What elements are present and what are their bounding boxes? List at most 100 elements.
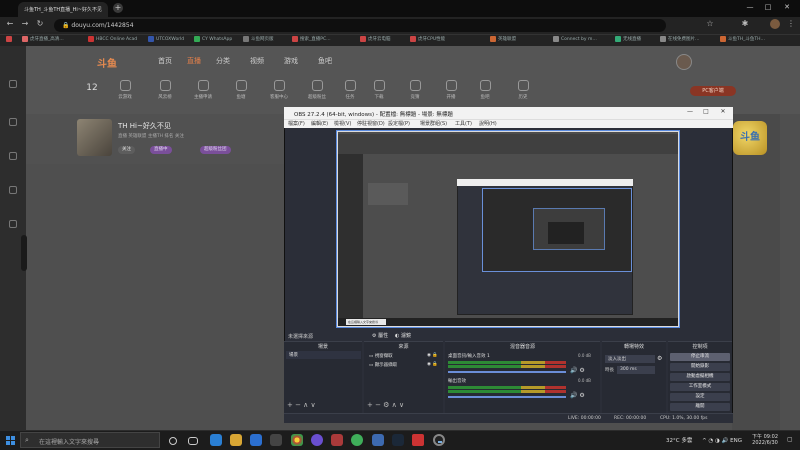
menu-edit[interactable]: 編輯(E) [311,120,328,127]
edge-icon[interactable] [210,434,222,446]
line-icon[interactable] [351,434,363,446]
back-arrow-icon[interactable]: ← [5,19,15,28]
bookmark-item[interactable]: 斗鱼TH_斗鱼TH… [720,36,765,42]
speaker-gear-icons[interactable]: 🔊 ⚙ [570,392,585,399]
transition-select[interactable]: 淡入淡出 [605,355,655,363]
icon-broadcast[interactable]: 开播 [436,80,466,100]
menu-file[interactable]: 檔案(F) [288,120,305,127]
mail-icon[interactable] [270,434,282,446]
nav-live[interactable]: 直播 [187,56,201,66]
virtual-camera-button[interactable]: 啟動虛擬相機 [670,373,730,381]
scene-add-remove-controls[interactable]: + − ∧ ∨ [287,401,316,409]
speaker-gear-icons[interactable]: 🔊 ⚙ [570,367,585,374]
app-icon[interactable] [412,434,424,446]
bookmark-item[interactable]: 斗鱼网页版 [243,36,274,42]
icon-download[interactable]: 下载 [364,80,394,100]
address-bar[interactable]: 🔒 douyu.com/1442854 [54,19,666,32]
source-item[interactable]: ▭ 視窗擷取 ◉ 🔒 [366,352,441,360]
nav-fishbar[interactable]: 鱼吧 [318,56,332,66]
source-controls[interactable]: + − ⚙ ∧ ∨ [367,401,404,409]
task-view-icon[interactable] [188,437,198,445]
obs-close-button[interactable]: ✕ [713,108,733,115]
bookmark-item[interactable]: UTCOXWorld [148,36,184,42]
eye-lock-icon[interactable]: ◉ 🔒 [427,353,438,358]
bookmark-item[interactable]: HBCC Online Acad [88,36,137,42]
rail-game-icon[interactable] [0,220,26,230]
store-icon[interactable] [250,434,262,446]
icon-superfan[interactable]: 超级粉丝 [302,80,332,100]
close-window-button[interactable]: ✕ [777,3,797,11]
bookmark-item[interactable]: 虎牙CPU性能 [410,36,445,42]
properties-button[interactable]: ⚙ 屬性 [372,332,388,339]
rail-follow-icon[interactable] [0,118,26,128]
nav-video[interactable]: 视频 [250,56,264,66]
steam-icon[interactable] [392,434,404,446]
nav-home[interactable]: 首页 [158,56,172,66]
file-explorer-icon[interactable] [230,434,242,446]
streamer-avatar[interactable] [77,119,112,156]
notification-icon[interactable]: ▢ [787,436,793,443]
stop-streaming-button[interactable]: 停止串流 [670,353,730,361]
browser-tab-active[interactable]: 斗鱼TH_斗鱼TH直播_Hi~好久不见 [18,2,108,17]
menu-profile[interactable]: 設定檔(P) [388,120,410,127]
collapse-handle[interactable] [21,235,27,271]
icon-guess[interactable]: 竞猜 [400,80,430,100]
star-icon[interactable]: ☆ [705,19,715,28]
icon-anchor-apply[interactable]: 主播申请 [188,80,218,100]
menu-docks[interactable]: 停駐視窗(D) [357,120,385,127]
filters-button[interactable]: ◐ 濾鏡 [395,332,411,339]
transition-gear-icon[interactable]: ⚙ [657,355,662,362]
rail-category-icon[interactable] [0,152,26,162]
new-tab-button[interactable]: + [113,3,123,13]
menu-view[interactable]: 檢視(V) [334,120,351,127]
bookmark-item[interactable]: 英雄联盟 [490,36,516,42]
follow-button[interactable]: 关注 [118,146,135,154]
bookmark-item[interactable]: 搜索_直播PC… [292,36,331,42]
pc-client-button[interactable]: PC客户端 [690,86,736,96]
icon-fishpond[interactable]: 鱼塘 [226,80,256,100]
studio-mode-button[interactable]: 工作室模式 [670,383,730,391]
user-avatar[interactable] [676,54,692,70]
app-icon[interactable] [331,434,343,446]
tray-icons[interactable]: ^ ◔ ◑ 🔊 [702,438,730,444]
system-tray[interactable]: 32°C 多雲 ^ ◔ ◑ 🔊 ENG [666,436,742,444]
superfan-tag[interactable]: 超级粉丝团 [200,146,231,154]
source-item[interactable]: ▭ 顯示器擷取 ◉ 🔒 [366,361,441,369]
rail-home-icon[interactable] [0,80,26,90]
maximize-button[interactable]: □ [758,3,778,11]
rail-video-icon[interactable] [0,186,26,196]
start-button[interactable] [6,436,15,445]
menu-kebab-icon[interactable]: ⋮ [786,19,796,28]
site-logo[interactable]: 斗鱼 [97,55,117,70]
menu-scene-collection[interactable]: 場景群組(S) [420,120,447,127]
volume-slider[interactable] [448,396,566,398]
bookmark-item[interactable]: 虎牙云电脑 [360,36,391,42]
profile-avatar[interactable] [770,19,780,29]
menu-help[interactable]: 說明(H) [479,120,497,127]
volume-slider[interactable] [448,371,566,373]
obs-icon[interactable] [433,434,445,446]
chrome-icon[interactable] [291,434,303,446]
icon-fishbar[interactable]: 鱼吧 [470,80,500,100]
app-icon[interactable] [372,434,384,446]
eye-lock-icon[interactable]: ◉ 🔒 [427,362,438,367]
bookmark-item[interactable]: 在线免费图片… [660,36,700,42]
bookmark-item[interactable]: Connect by m… [553,36,597,42]
bookmark-item[interactable]: 虎牙直播_高清… [22,36,64,42]
exit-button[interactable]: 離開 [670,403,730,411]
forward-arrow-icon[interactable]: → [20,19,30,28]
settings-button[interactable]: 設定 [670,393,730,401]
icon-task[interactable]: 任务 [335,80,365,100]
reload-icon[interactable]: ↻ [35,19,45,28]
promo-mascot[interactable]: 斗鱼 [733,121,767,155]
icon-cloud-game[interactable]: 云游戏 [110,80,140,100]
bookmark-item[interactable]: 无线直播 [615,36,641,42]
extensions-icon[interactable]: ✱ [740,19,750,28]
cortana-icon[interactable] [169,437,177,445]
nav-game[interactable]: 游戏 [284,56,298,66]
input-language[interactable]: ENG [730,438,742,444]
minimize-button[interactable]: — [740,3,760,11]
taskbar-search[interactable]: 在這裡輸入文字來搜尋 [20,432,160,448]
icon-history[interactable]: 历史 [508,80,538,100]
discord-icon[interactable] [311,434,323,446]
